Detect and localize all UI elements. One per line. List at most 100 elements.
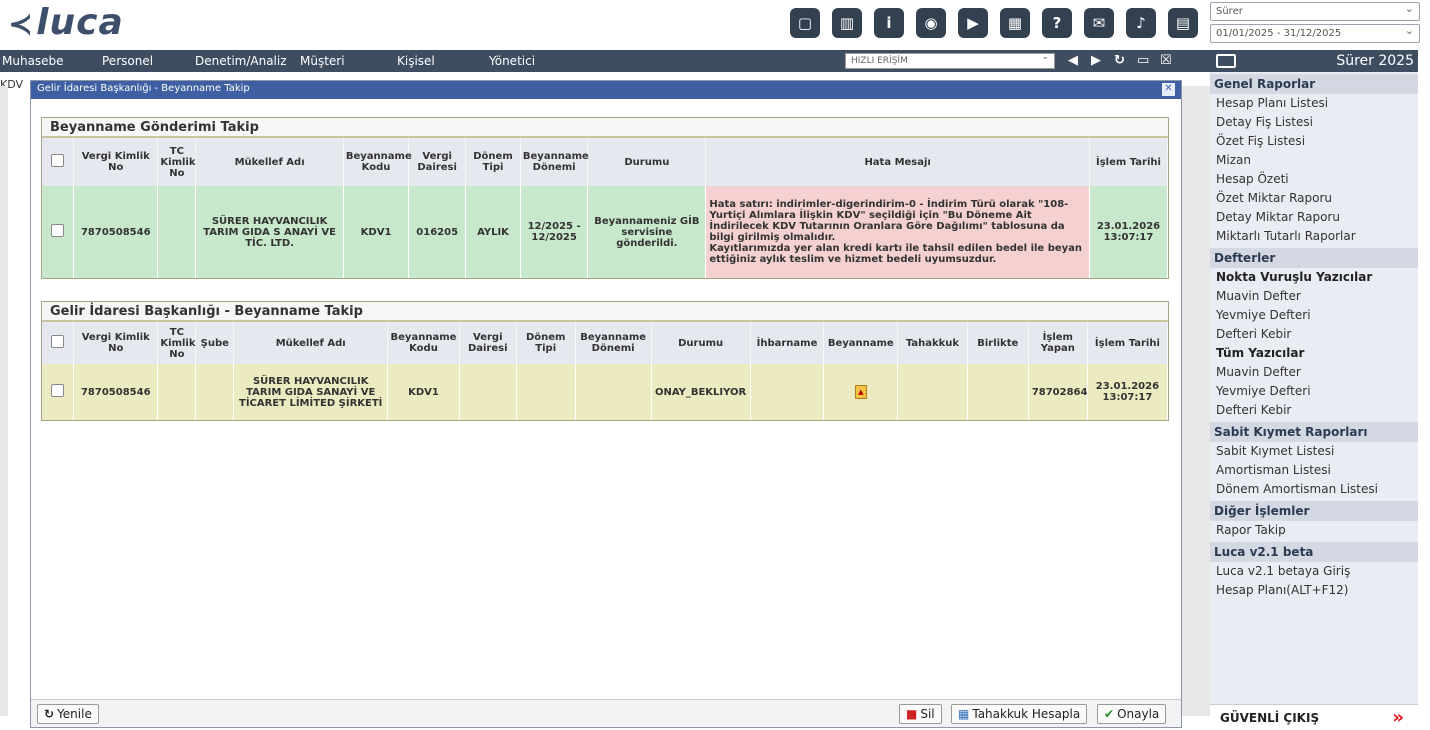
report-link[interactable]: Hesap Planı(ALT+F12)	[1210, 581, 1418, 600]
report-link[interactable]: Hesap Planı Listesi	[1210, 94, 1418, 113]
col-vkn[interactable]: Vergi Kimlik No	[73, 138, 159, 186]
forward-icon[interactable]: ▶	[1091, 53, 1101, 68]
help-icon[interactable]: ?	[1042, 8, 1072, 38]
background-page-right	[1182, 86, 1210, 716]
report-link[interactable]: Detay Fiş Listesi	[1210, 113, 1418, 132]
col-mukellef[interactable]: Mükellef Adı	[233, 322, 389, 364]
col-tahakkuk[interactable]: Tahakkuk	[897, 322, 968, 364]
report-link[interactable]: Özet Fiş Listesi	[1210, 132, 1418, 151]
report-link[interactable]: Mizan	[1210, 151, 1418, 170]
row-checkbox[interactable]	[51, 384, 65, 397]
back-icon[interactable]: ◀	[1068, 53, 1078, 68]
report-link[interactable]: Yevmiye Defteri	[1210, 306, 1418, 325]
luca-logo[interactable]: ≺luca	[8, 2, 124, 43]
col-ihbarname[interactable]: İhbarname	[750, 322, 825, 364]
book-icon[interactable]: ▥	[832, 8, 862, 38]
report-link[interactable]: Detay Miktar Raporu	[1210, 208, 1418, 227]
cell-beyanname-kodu: KDV1	[387, 364, 460, 420]
logout-button[interactable]: GÜVENLİ ÇIKIŞ »	[1210, 704, 1418, 730]
col-beyanname[interactable]: Beyanname	[823, 322, 899, 364]
close-window-icon[interactable]: ☒	[1160, 53, 1172, 68]
delete-button[interactable]: ■ Sil	[899, 704, 942, 724]
menu-musteri[interactable]: Müşteri	[300, 54, 345, 68]
youtube-icon[interactable]: ▶	[958, 8, 988, 38]
cell-durumu: Beyannameniz GİB servisine gönderildi.	[587, 186, 707, 278]
col-beyanname-kodu[interactable]: Beyanname Kodu	[343, 138, 412, 186]
beyanname-takip-dialog: Gelir İdaresi Başkanlığı - Beyanname Tak…	[30, 80, 1182, 728]
panel-toggle-icon[interactable]	[1216, 54, 1236, 68]
gonderim-table: Vergi Kimlik No TC Kimlik No Mükellef Ad…	[42, 138, 1169, 278]
col-islem-yapan[interactable]: İşlem Yapan	[1028, 322, 1088, 364]
col-donem-tipi[interactable]: Dönem Tipi	[516, 322, 576, 364]
cell-vergi-dairesi: 016205	[408, 186, 467, 278]
col-donem-tipi[interactable]: Dönem Tipi	[465, 138, 521, 186]
row-checkbox[interactable]	[51, 224, 65, 237]
tahakkuk-hesapla-button[interactable]: ▦ Tahakkuk Hesapla	[951, 704, 1088, 724]
sub-section-label: Tüm Yazıcılar	[1216, 346, 1305, 360]
report-link[interactable]: Defteri Kebir	[1210, 325, 1418, 344]
report-link[interactable]: Miktarlı Tutarlı Raporlar	[1210, 227, 1418, 246]
col-islem-tarihi[interactable]: İşlem Tarihi	[1087, 322, 1169, 364]
col-beyanname-donemi[interactable]: Beyanname Dönemi	[575, 322, 652, 364]
select-all-checkbox[interactable]	[51, 154, 65, 167]
col-sube[interactable]: Şube	[195, 322, 235, 364]
col-vergi-dairesi[interactable]: Vergi Dairesi	[459, 322, 517, 364]
close-icon[interactable]: ✕	[1162, 83, 1175, 96]
report-link[interactable]: Rapor Takip	[1210, 521, 1418, 540]
cell-tahakkuk	[897, 364, 968, 420]
info-icon[interactable]: i	[874, 8, 904, 38]
report-link[interactable]: Muavin Defter	[1210, 287, 1418, 306]
col-vergi-dairesi[interactable]: Vergi Dairesi	[408, 138, 467, 186]
menu-yonetici[interactable]: Yönetici	[489, 54, 535, 68]
report-link[interactable]: Dönem Amortisman Listesi	[1210, 480, 1418, 499]
report-link[interactable]: Sabit Kıymet Listesi	[1210, 442, 1418, 461]
cell-durumu: ONAY_BEKLIYOR	[651, 364, 751, 420]
announcement-icon[interactable]: ✉	[1084, 8, 1114, 38]
col-mukellef[interactable]: Mükellef Adı	[195, 138, 344, 186]
report-link[interactable]: Muavin Defter	[1210, 363, 1418, 382]
calculator-icon: ▦	[958, 707, 970, 721]
cell-donem-tipi	[516, 364, 576, 420]
quick-access-select[interactable]: HIZLI ERİŞİM	[845, 52, 1055, 69]
col-tckn[interactable]: TC Kimlik No	[157, 322, 197, 364]
globe-icon[interactable]: ◉	[916, 8, 946, 38]
window-icon[interactable]: ▭	[1137, 53, 1149, 68]
calculator-icon[interactable]: ▦	[1000, 8, 1030, 38]
note-icon[interactable]: ▢	[790, 8, 820, 38]
menu-personel[interactable]: Personel	[102, 54, 153, 68]
report-link[interactable]: Yevmiye Defteri	[1210, 382, 1418, 401]
report-link[interactable]: Luca v2.1 betaya Giriş	[1210, 562, 1418, 581]
table-row[interactable]: 7870508546 SÜRER HAYVANCILIK TARIM GIDA …	[42, 364, 1169, 420]
col-beyanname-donemi[interactable]: Beyanname Dönemi	[520, 138, 589, 186]
select-all-checkbox[interactable]	[51, 335, 65, 348]
col-islem-tarihi[interactable]: İşlem Tarihi	[1089, 138, 1169, 186]
refresh-icon[interactable]: ↻	[1114, 53, 1125, 68]
table-row[interactable]: 7870508546 SÜRER HAYVANCILIK TARIM GIDA …	[42, 186, 1169, 278]
logo-mark-icon: ≺	[8, 7, 35, 42]
notebook-icon[interactable]: ▤	[1168, 8, 1198, 38]
company-select[interactable]: Sürer	[1210, 2, 1420, 21]
col-hata-mesaji[interactable]: Hata Mesajı	[705, 138, 1090, 186]
cell-vergi-dairesi	[459, 364, 517, 420]
bell-icon[interactable]: ♪	[1126, 8, 1156, 38]
col-birlikte[interactable]: Birlikte	[967, 322, 1029, 364]
menu-denetim-analiz[interactable]: Denetim/Analiz	[195, 54, 287, 68]
col-vkn[interactable]: Vergi Kimlik No	[73, 322, 159, 364]
col-beyanname-kodu[interactable]: Beyanname Kodu	[387, 322, 460, 364]
report-link[interactable]: Amortisman Listesi	[1210, 461, 1418, 480]
report-link[interactable]: Hesap Özeti	[1210, 170, 1418, 189]
col-durumu[interactable]: Durumu	[651, 322, 751, 364]
cell-islem-yapan: 78702864	[1028, 364, 1088, 420]
pdf-icon[interactable]: ▲	[854, 385, 867, 399]
panel-title: Gelir İdaresi Başkanlığı - Beyanname Tak…	[42, 302, 1168, 322]
report-link[interactable]: Özet Miktar Raporu	[1210, 189, 1418, 208]
report-link[interactable]: Defteri Kebir	[1210, 401, 1418, 420]
menu-kisisel[interactable]: Kişisel	[397, 54, 435, 68]
refresh-button[interactable]: ↻ Yenile	[37, 704, 99, 724]
col-durumu[interactable]: Durumu	[587, 138, 707, 186]
approve-button[interactable]: ✔ Onayla	[1097, 704, 1167, 724]
menu-muhasebe[interactable]: Muhasebe	[2, 54, 64, 68]
col-tckn[interactable]: TC Kimlik No	[157, 138, 197, 186]
double-chevron-right-icon: »	[1392, 707, 1404, 728]
period-select[interactable]: 01/01/2025 - 31/12/2025	[1210, 24, 1420, 43]
